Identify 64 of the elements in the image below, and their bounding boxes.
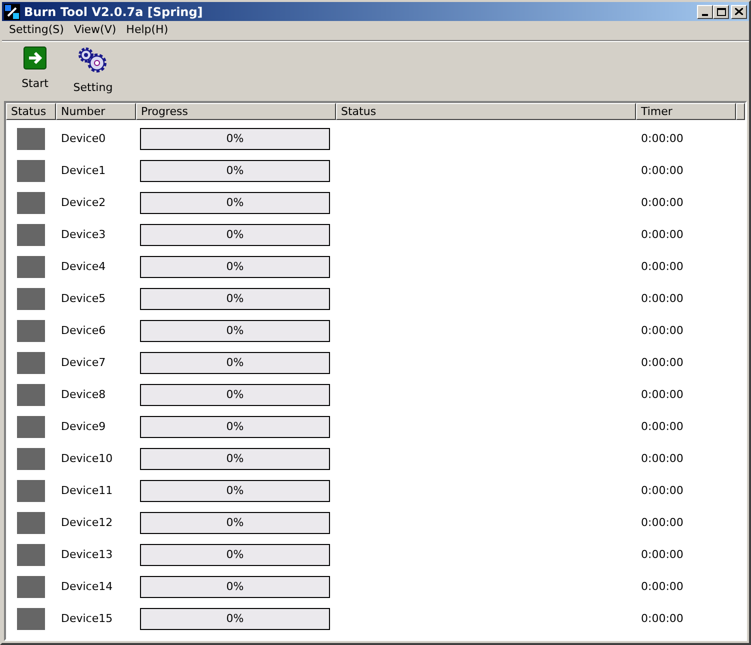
menu-item[interactable]: Setting(S) — [4, 22, 69, 40]
device-name: Device10 — [61, 452, 113, 465]
progress-label: 0% — [226, 450, 244, 467]
setting-button[interactable]: Setting — [66, 46, 120, 98]
app-icon — [4, 4, 20, 20]
timer-value: 0:00:00 — [641, 580, 684, 593]
column-header[interactable]: Timer — [636, 103, 736, 120]
device-name: Device14 — [61, 580, 113, 593]
device-name: Device1 — [61, 164, 106, 177]
column-header[interactable]: Status — [6, 103, 56, 120]
progress-label: 0% — [226, 578, 244, 595]
progress-label: 0% — [226, 162, 244, 179]
device-name: Device3 — [61, 228, 106, 241]
device-name: Device4 — [61, 260, 106, 273]
device-name: Device13 — [61, 548, 113, 561]
device-name: Device2 — [61, 196, 106, 209]
timer-value: 0:00:00 — [641, 292, 684, 305]
progress-label: 0% — [226, 354, 244, 371]
timer-value: 0:00:00 — [641, 612, 684, 625]
progress-label: 0% — [226, 546, 244, 563]
timer-value: 0:00:00 — [641, 164, 684, 177]
start-button[interactable]: Start — [8, 46, 62, 98]
close-icon — [735, 8, 743, 15]
timer-value: 0:00:00 — [641, 452, 684, 465]
column-header[interactable]: Number — [56, 103, 136, 120]
device-name: Device5 — [61, 292, 106, 305]
progress-label: 0% — [226, 194, 244, 211]
progress-label: 0% — [226, 610, 244, 627]
device-name: Device9 — [61, 420, 106, 433]
progress-label: 0% — [226, 418, 244, 435]
device-name: Device8 — [61, 388, 106, 401]
device-name: Device11 — [61, 484, 113, 497]
timer-value: 0:00:00 — [641, 548, 684, 561]
close-button[interactable] — [731, 4, 747, 18]
device-name: Device7 — [61, 356, 106, 369]
timer-value: 0:00:00 — [641, 324, 684, 337]
device-name: Device0 — [61, 132, 106, 145]
progress-label: 0% — [226, 386, 244, 403]
timer-value: 0:00:00 — [641, 420, 684, 433]
device-name: Device6 — [61, 324, 106, 337]
timer-value: 0:00:00 — [641, 228, 684, 241]
column-header[interactable]: Progress — [136, 103, 336, 120]
progress-label: 0% — [226, 514, 244, 531]
timer-value: 0:00:00 — [641, 260, 684, 273]
timer-value: 0:00:00 — [641, 356, 684, 369]
timer-value: 0:00:00 — [641, 516, 684, 529]
minimize-button[interactable] — [697, 4, 713, 18]
progress-label: 0% — [226, 482, 244, 499]
menu-item[interactable]: View(V) — [68, 22, 122, 40]
progress-label: 0% — [226, 130, 244, 147]
timer-value: 0:00:00 — [641, 388, 684, 401]
progress-label: 0% — [226, 258, 244, 275]
column-header[interactable]: Status — [336, 103, 636, 120]
progress-label: 0% — [226, 290, 244, 307]
timer-value: 0:00:00 — [641, 132, 684, 145]
timer-value: 0:00:00 — [641, 484, 684, 497]
window-title: Burn Tool V2.0.7a [Spring] — [24, 4, 204, 20]
timer-value: 0:00:00 — [641, 196, 684, 209]
device-name: Device15 — [61, 612, 113, 625]
device-name: Device12 — [61, 516, 113, 529]
progress-label: 0% — [226, 322, 244, 339]
progress-label: 0% — [226, 226, 244, 243]
maximize-button[interactable] — [713, 4, 729, 18]
menu-item[interactable]: Help(H) — [121, 22, 174, 40]
